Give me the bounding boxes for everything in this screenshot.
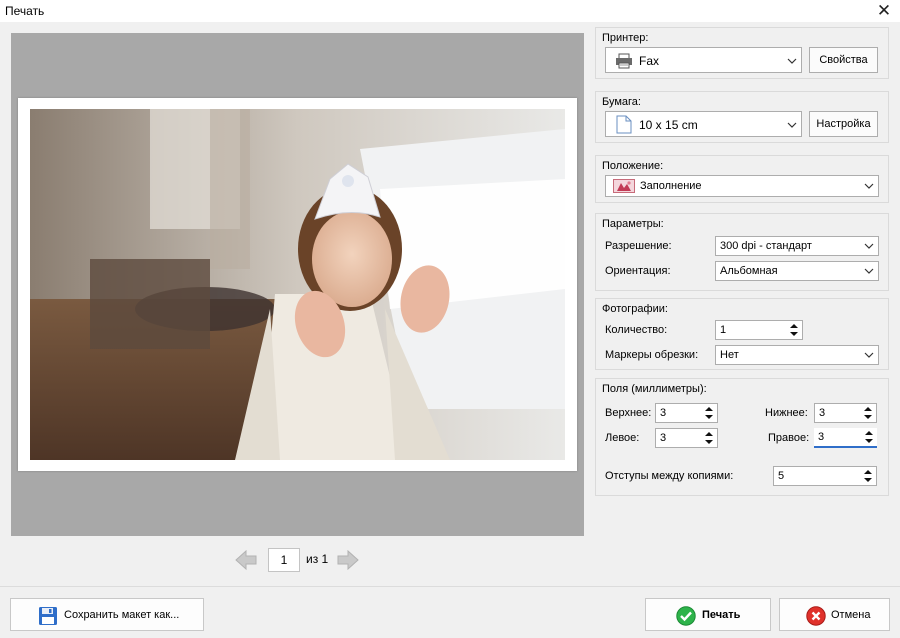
margin-bottom-label: Нижнее: — [765, 407, 808, 419]
print-button[interactable]: Печать — [645, 598, 771, 631]
print-label: Печать — [702, 609, 741, 621]
page-number-input[interactable]: 1 — [268, 548, 300, 572]
chevron-down-icon — [864, 243, 874, 249]
printer-properties-button[interactable]: Свойства — [809, 47, 878, 73]
margin-bottom-stepper[interactable]: 3 — [814, 403, 877, 423]
quantity-stepper[interactable]: 1 — [715, 320, 803, 340]
margin-left-stepper[interactable]: 3 — [655, 428, 718, 448]
paper-group: Бумага: 10 x 15 cm Настройка — [595, 91, 889, 143]
quantity-label: Количество: — [605, 324, 668, 336]
chevron-down-icon — [787, 122, 797, 128]
spin-arrows-icon[interactable] — [703, 405, 715, 421]
preview-photo — [30, 109, 565, 460]
spacing-label: Отступы между копиями: — [605, 470, 734, 482]
cancel-label: Отмена — [831, 609, 871, 621]
print-preview — [11, 33, 584, 536]
save-layout-label: Сохранить макет как... — [64, 609, 180, 621]
spin-arrows-icon[interactable] — [788, 322, 800, 338]
margin-left-label: Левое: — [605, 432, 640, 444]
chevron-down-icon — [787, 58, 797, 64]
margin-left-value: 3 — [660, 432, 667, 444]
position-select[interactable]: Заполнение — [605, 175, 879, 197]
orientation-select[interactable]: Альбомная — [715, 261, 879, 281]
position-group-label: Положение: — [602, 160, 664, 172]
save-layout-button[interactable]: Сохранить макет как... — [10, 598, 204, 631]
photos-group: Фотографии: Количество: 1 Маркеры обрезк… — [595, 298, 889, 370]
paper-group-label: Бумага: — [602, 96, 641, 108]
resolution-label: Разрешение: — [605, 240, 672, 252]
next-page-icon[interactable] — [336, 549, 360, 571]
margins-group-label: Поля (миллиметры): — [602, 383, 707, 395]
margin-top-stepper[interactable]: 3 — [655, 403, 718, 423]
paper-value: 10 x 15 cm — [639, 118, 698, 132]
check-circle-icon — [676, 606, 696, 626]
window-title: Печать — [5, 4, 45, 18]
page-count-label: из 1 — [306, 552, 329, 566]
position-group: Положение: Заполнение — [595, 155, 889, 203]
prev-page-icon[interactable] — [234, 549, 258, 571]
margin-top-value: 3 — [660, 407, 667, 419]
preview-paper — [18, 98, 577, 471]
quantity-value: 1 — [720, 324, 727, 336]
parameters-group-label: Параметры: — [602, 218, 664, 230]
fill-image-icon — [613, 179, 635, 193]
crop-marks-label: Маркеры обрезки: — [605, 349, 699, 361]
cancel-button[interactable]: Отмена — [779, 598, 890, 631]
crop-marks-value: Нет — [720, 349, 739, 361]
margin-right-label: Правое: — [768, 432, 810, 444]
paper-setup-button[interactable]: Настройка — [809, 111, 878, 137]
margins-group: Поля (миллиметры): Верхнее: 3 Нижнее: 3 … — [595, 378, 889, 496]
orientation-label: Ориентация: — [605, 265, 671, 277]
spacing-value: 5 — [778, 470, 785, 482]
spin-arrows-icon[interactable] — [863, 429, 875, 445]
spin-arrows-icon[interactable] — [703, 430, 715, 446]
margin-bottom-value: 3 — [819, 407, 826, 419]
margin-top-label: Верхнее: — [605, 407, 652, 419]
printer-icon — [616, 53, 632, 69]
position-value: Заполнение — [640, 180, 702, 192]
resolution-value: 300 dpi - стандарт — [720, 240, 812, 252]
margin-right-value: 3 — [818, 431, 825, 443]
paper-select[interactable]: 10 x 15 cm — [605, 111, 802, 137]
printer-group: Принтер: Fax Свойства — [595, 27, 889, 79]
photos-group-label: Фотографии: — [602, 303, 668, 315]
spacing-stepper[interactable]: 5 — [773, 466, 877, 486]
title-bar: Печать ✕ — [0, 0, 900, 22]
printer-value: Fax — [639, 54, 660, 68]
resolution-select[interactable]: 300 dpi - стандарт — [715, 236, 879, 256]
orientation-value: Альбомная — [720, 265, 778, 277]
chevron-down-icon — [864, 183, 874, 189]
close-icon[interactable]: ✕ — [874, 1, 894, 21]
cancel-circle-icon — [806, 606, 826, 626]
spin-arrows-icon[interactable] — [862, 405, 874, 421]
margin-right-stepper[interactable]: 3 — [814, 428, 877, 448]
chevron-down-icon — [864, 268, 874, 274]
printer-select[interactable]: Fax — [605, 47, 802, 73]
page-icon — [616, 115, 632, 134]
parameters-group: Параметры: Разрешение: 300 dpi - стандар… — [595, 213, 889, 291]
floppy-disk-icon — [39, 607, 57, 625]
chevron-down-icon — [864, 352, 874, 358]
printer-group-label: Принтер: — [602, 32, 649, 44]
dialog-footer: Сохранить макет как... Печать Отмена — [0, 586, 900, 638]
spin-arrows-icon[interactable] — [862, 468, 874, 484]
crop-marks-select[interactable]: Нет — [715, 345, 879, 365]
